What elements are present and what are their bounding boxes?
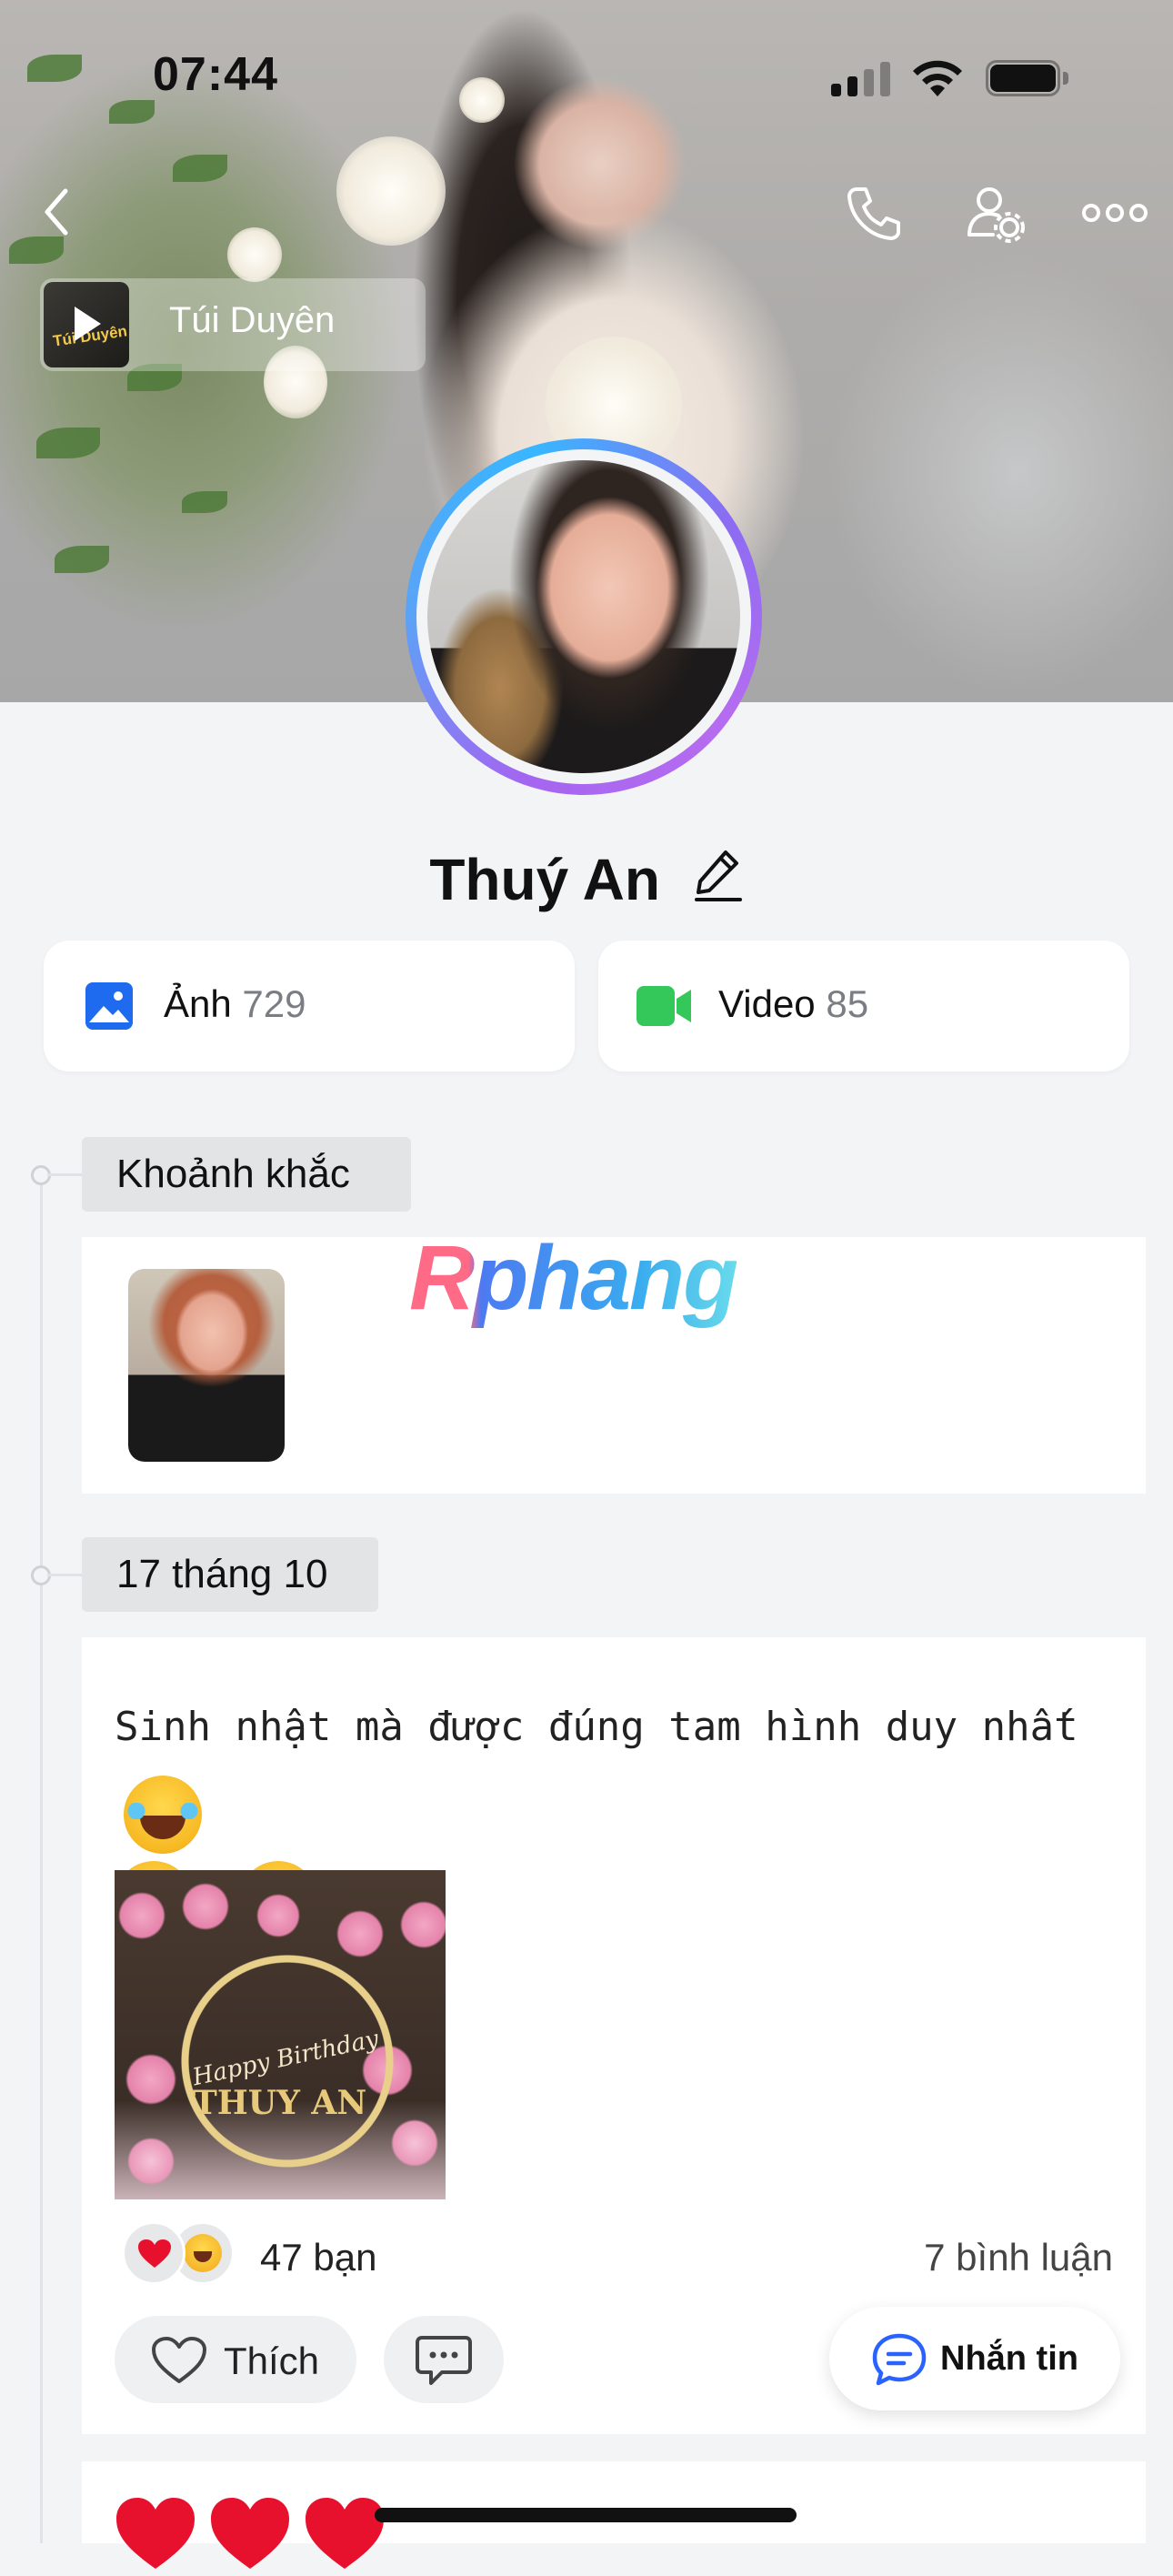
music-title: Túi Duyên [169, 300, 336, 340]
photo-icon [85, 982, 133, 1030]
back-chevron-icon[interactable] [36, 182, 76, 242]
moment-thumbnail[interactable] [128, 1269, 285, 1462]
avatar[interactable] [427, 460, 740, 773]
videos-label-row: Video 85 [718, 982, 868, 1026]
heart-emoji-icon [211, 2498, 289, 2569]
more-icon[interactable] [1082, 200, 1148, 226]
photo-name-text: THUY AN [193, 2084, 367, 2122]
photo-birthday-text: Happy Birthday [190, 2025, 382, 2092]
like-label: Thích [224, 2340, 320, 2382]
post-date-label: 17 tháng 10 [82, 1537, 378, 1612]
heart-emoji-icon [306, 2498, 384, 2569]
timeline-connector [47, 1574, 84, 1576]
reaction-bubbles[interactable] [122, 2221, 249, 2285]
message-button-label: Nhắn tin [940, 2340, 1078, 2378]
chat-bubble-icon [872, 2333, 927, 2386]
heart-outline-icon [152, 2337, 206, 2383]
videos-card[interactable]: Video 85 [598, 941, 1129, 1072]
videos-label: Video [718, 982, 816, 1025]
timeline-line [40, 1173, 43, 2543]
reaction-count[interactable]: 47 bạn [260, 2236, 376, 2279]
play-icon[interactable] [71, 304, 104, 344]
wifi-icon [913, 60, 962, 96]
profile-name: Thuý An [429, 847, 660, 912]
status-time: 07:44 [153, 48, 278, 101]
photos-count: 729 [242, 982, 306, 1025]
edit-pencil-icon[interactable] [693, 847, 744, 903]
watermark-text: Rphang [409, 1227, 738, 1329]
comment-icon [416, 2336, 472, 2385]
moments-section-label: Khoảnh khắc [82, 1137, 411, 1212]
signal-icon [831, 60, 895, 96]
phone-icon[interactable] [844, 184, 902, 242]
profile-name-row: Thuý An [0, 846, 1173, 913]
battery-icon [986, 60, 1071, 96]
heart-emoji-icon [116, 2498, 195, 2569]
photos-card[interactable]: Ảnh 729 [44, 941, 575, 1072]
photos-label-row: Ảnh 729 [164, 982, 306, 1026]
tears-of-joy-emoji-icon [124, 1776, 202, 1854]
photos-label: Ảnh [164, 982, 232, 1025]
post-caption: Sinh nhật mà được đúng tam hình duy nhất [115, 1704, 1078, 1750]
videos-count: 85 [826, 982, 869, 1025]
heart-reaction-icon [122, 2221, 185, 2285]
timeline-connector [47, 1173, 84, 1176]
video-camera-icon [637, 986, 691, 1026]
user-settings-icon[interactable] [966, 184, 1026, 244]
home-indicator[interactable] [375, 2508, 797, 2522]
comment-count[interactable]: 7 bình luận [924, 2236, 1113, 2279]
post-photo[interactable]: Happy Birthday THUY AN [115, 1870, 446, 2199]
